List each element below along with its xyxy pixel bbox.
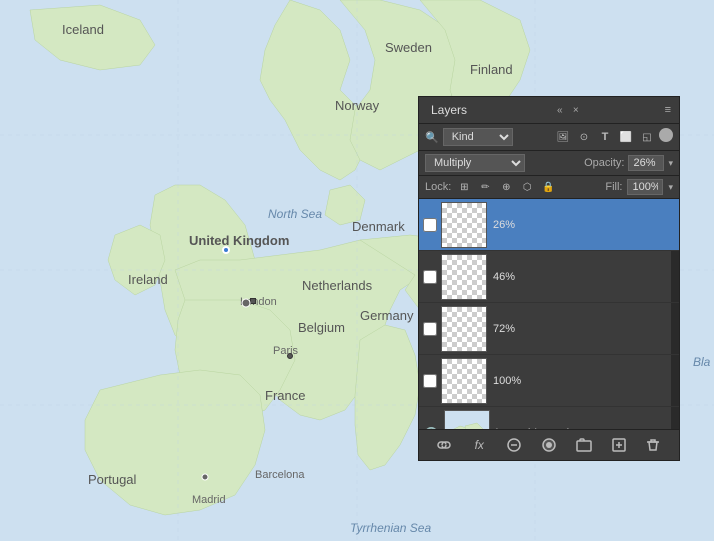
blend-mode-select[interactable]: Multiply Normal Screen Overlay: [425, 154, 525, 172]
layer-label: 26%: [493, 219, 515, 231]
layer-1-name: Layer 1: [534, 427, 571, 430]
madrid-symbol: [200, 469, 210, 487]
layer-thumbnail: [441, 254, 487, 300]
lock-position-icon[interactable]: ⊕: [498, 179, 514, 195]
layer-visibility-checkbox[interactable]: [423, 218, 437, 232]
layer-label: 46%: [493, 271, 515, 283]
dot-filter-icon[interactable]: [659, 128, 673, 142]
layer-thumbnail: [441, 358, 487, 404]
opacity-arrow[interactable]: ▾: [668, 158, 673, 169]
layer-thumbnail: [444, 410, 490, 430]
panel-tab[interactable]: Layers: [427, 101, 471, 119]
layer-item[interactable]: 46%: [419, 251, 679, 303]
fill-label: Fill:: [605, 181, 622, 193]
filter-select[interactable]: Kind Name Effect Mode: [443, 128, 513, 146]
filter-toolbar: 🖼 ⊙ T ⬜ ◱: [554, 128, 673, 146]
opacity-input[interactable]: [628, 155, 664, 171]
layer-thumbnail: [441, 306, 487, 352]
close-button[interactable]: ×: [569, 103, 583, 117]
uk-dot: [222, 246, 230, 254]
new-group-icon[interactable]: [574, 435, 594, 455]
layers-panel: Layers « × ≡ 🔍 Kind Name Effect Mode 🖼 ⊙…: [418, 96, 680, 461]
layer-visibility-checkbox[interactable]: [423, 270, 437, 284]
layer-item[interactable]: 👁 Layer 1 Layer 1: [419, 407, 679, 429]
lock-image-icon[interactable]: ✏: [477, 179, 493, 195]
lock-row: Lock: ⊞ ✏ ⊕ ⬡ 🔒 Fill: ▾: [419, 176, 679, 199]
layer-label: 72%: [493, 323, 515, 335]
delete-layer-icon[interactable]: [643, 435, 663, 455]
lock-label: Lock:: [425, 181, 451, 193]
paris-dot: [287, 353, 293, 359]
layer-thumbnail: [441, 202, 487, 248]
fill-input[interactable]: [627, 179, 663, 195]
image-filter-icon[interactable]: 🖼: [554, 128, 572, 146]
new-layer-icon[interactable]: [609, 435, 629, 455]
collapse-button[interactable]: «: [553, 103, 567, 117]
layers-list: 26% 46% 72% 100% 👁: [419, 199, 679, 429]
filter-row: 🔍 Kind Name Effect Mode 🖼 ⊙ T ⬜ ◱: [419, 124, 679, 151]
layer-visibility-checkbox[interactable]: [423, 374, 437, 388]
panel-title: Layers: [431, 103, 467, 117]
layer-eye-icon[interactable]: 👁: [423, 425, 440, 430]
lock-artboard-icon[interactable]: ⬡: [519, 179, 535, 195]
search-icon: 🔍: [425, 131, 439, 144]
blend-row: Multiply Normal Screen Overlay Opacity: …: [419, 151, 679, 176]
adjustment-layer-icon[interactable]: [504, 435, 524, 455]
layer-label: Layer 1: [496, 427, 533, 430]
lock-all-icon[interactable]: 🔒: [540, 179, 556, 195]
layer-item[interactable]: 72%: [419, 303, 679, 355]
panel-header: Layers « × ≡: [419, 97, 679, 124]
bottom-toolbar: fx: [419, 429, 679, 460]
smart-filter-icon[interactable]: ◱: [638, 128, 656, 146]
layer-item[interactable]: 100%: [419, 355, 679, 407]
text-filter-icon[interactable]: T: [596, 128, 614, 146]
panel-controls: « ×: [553, 103, 583, 117]
layer-visibility-checkbox[interactable]: [423, 322, 437, 336]
london-symbol: [240, 296, 252, 314]
layer-label: 100%: [493, 375, 521, 387]
mask-icon[interactable]: [539, 435, 559, 455]
adjustment-filter-icon[interactable]: ⊙: [575, 128, 593, 146]
opacity-label: Opacity:: [584, 157, 624, 169]
layer-item[interactable]: 26%: [419, 199, 679, 251]
lock-transparent-icon[interactable]: ⊞: [456, 179, 472, 195]
fill-arrow[interactable]: ▾: [668, 182, 673, 193]
shape-filter-icon[interactable]: ⬜: [617, 128, 635, 146]
fx-icon[interactable]: fx: [469, 435, 489, 455]
link-icon[interactable]: [434, 435, 454, 455]
panel-menu-icon[interactable]: ≡: [665, 104, 671, 116]
